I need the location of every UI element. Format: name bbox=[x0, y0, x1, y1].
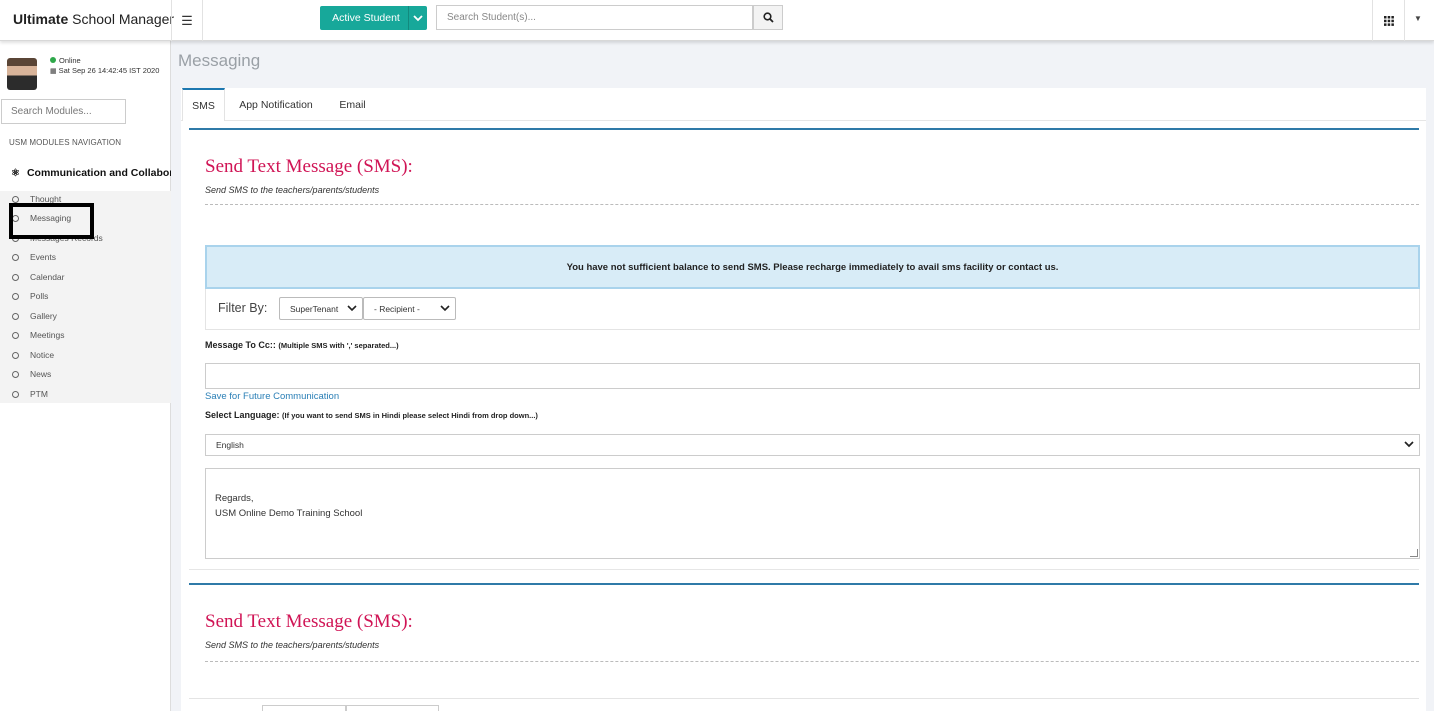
recipient-select[interactable]: - Recipient - bbox=[363, 297, 456, 320]
chevron-down-icon bbox=[1403, 438, 1415, 452]
sms-panel: Send Text Message (SMS): Send SMS to the… bbox=[181, 121, 1426, 711]
cc-hint: (Multiple SMS with ',' separated...) bbox=[278, 341, 399, 350]
resize-handle-icon[interactable] bbox=[1410, 549, 1418, 557]
cc-label: Message To Cc:: (Multiple SMS with ',' s… bbox=[205, 340, 399, 350]
message-line: Regards, bbox=[215, 493, 254, 504]
circle-icon bbox=[12, 390, 19, 398]
balance-alert: You have not sufficient balance to send … bbox=[205, 245, 1420, 289]
tab-sms[interactable]: SMS bbox=[182, 88, 225, 121]
sidebar-item-polls[interactable]: Polls bbox=[12, 291, 48, 301]
sidebar-item-label: Events bbox=[30, 252, 56, 262]
circle-icon bbox=[12, 253, 19, 261]
circle-icon bbox=[12, 351, 19, 359]
active-student-button[interactable]: Active Student bbox=[320, 6, 427, 30]
recipient-select-value: - Recipient - bbox=[374, 303, 420, 314]
filter-bar: Filter By: SuperTenant - Recipient - bbox=[205, 289, 1420, 330]
circle-icon bbox=[12, 331, 19, 339]
tab-bar: SMS App Notification Email bbox=[181, 88, 1426, 121]
online-dot-icon bbox=[50, 57, 56, 63]
sms-form-box-2: Send Text Message (SMS): Send SMS to the… bbox=[189, 583, 1419, 693]
cc-input[interactable] bbox=[205, 363, 1420, 389]
selection-highlight-box bbox=[9, 203, 94, 239]
chevron-down-icon bbox=[347, 303, 357, 315]
app-brand[interactable]: Ultimate School Manager bbox=[13, 11, 174, 27]
sms-title: Send Text Message (SMS): bbox=[205, 156, 413, 177]
sidebar-item-label: Gallery bbox=[30, 311, 57, 321]
sidebar-item-events[interactable]: Events bbox=[12, 252, 56, 262]
datetime-text: Sat Sep 26 14:42:45 IST 2020 bbox=[58, 66, 160, 75]
chevron-down-icon bbox=[440, 303, 450, 315]
sidebar-item-calendar[interactable]: Calendar bbox=[12, 272, 65, 282]
sidebar-item-label: Meetings bbox=[30, 330, 65, 340]
sms-subtitle: Send SMS to the teachers/parents/student… bbox=[205, 185, 380, 195]
sms-subtitle: Send SMS to the teachers/parents/student… bbox=[205, 640, 380, 650]
avatar[interactable] bbox=[7, 58, 37, 90]
circle-icon bbox=[12, 195, 19, 203]
circle-icon bbox=[12, 292, 19, 300]
group-title-label: Communication and Collaboration bbox=[26, 167, 171, 179]
language-hint: (If you want to send SMS in Hindi please… bbox=[282, 411, 538, 420]
divider bbox=[205, 661, 1419, 662]
sidebar-item-label: News bbox=[30, 369, 52, 379]
page-title: Messaging bbox=[178, 51, 261, 70]
filter-label: Filter By: bbox=[218, 301, 268, 315]
calendar-icon: ▦ bbox=[50, 68, 57, 75]
brand-bold: Ultimate bbox=[13, 11, 69, 27]
menu-toggle-icon[interactable]: ☰ bbox=[171, 0, 203, 41]
message-textarea[interactable]: Regards, USM Online Demo Training School bbox=[205, 468, 1420, 559]
apps-grid-icon[interactable] bbox=[1372, 0, 1405, 41]
top-bar: Ultimate School Manager ☰ Active Student… bbox=[0, 0, 1434, 41]
sidebar: Online ▦Sat Sep 26 14:42:45 IST 2020 USM… bbox=[0, 41, 171, 711]
sidebar-item-news[interactable]: News bbox=[12, 369, 51, 379]
sidebar-item-label: Calendar bbox=[30, 272, 65, 282]
tab-label: Email bbox=[339, 98, 366, 111]
sidebar-item-meetings[interactable]: Meetings bbox=[12, 330, 65, 340]
brand-rest: School Manager bbox=[68, 11, 175, 27]
save-future-link[interactable]: Save for Future Communication bbox=[205, 391, 339, 402]
cc-label-text: Message To Cc:: bbox=[205, 340, 276, 350]
tab-label: App Notification bbox=[239, 98, 313, 111]
sidebar-item-ptm[interactable]: PTM bbox=[12, 389, 48, 399]
circle-icon bbox=[12, 370, 19, 378]
search-icon[interactable] bbox=[753, 5, 783, 30]
group-icon: ⚛ bbox=[11, 168, 20, 179]
divider bbox=[205, 204, 1419, 205]
sidebar-item-notice[interactable]: Notice bbox=[12, 350, 54, 360]
user-dropdown-icon[interactable]: ▼ bbox=[1414, 14, 1422, 23]
language-select-value: English bbox=[216, 440, 244, 450]
nav-heading: USM MODULES NAVIGATION bbox=[9, 138, 122, 147]
tab-label: SMS bbox=[192, 99, 215, 112]
sidebar-item-label: PTM bbox=[30, 389, 48, 399]
tab-email[interactable]: Email bbox=[329, 88, 376, 121]
chevron-down-icon[interactable] bbox=[408, 6, 427, 30]
tenant-select[interactable]: SuperTenant bbox=[279, 297, 363, 320]
sidebar-item-gallery[interactable]: Gallery bbox=[12, 311, 57, 321]
search-student-input[interactable] bbox=[436, 5, 753, 30]
tenant-select-value: SuperTenant bbox=[290, 303, 339, 314]
active-student-label: Active Student bbox=[332, 12, 400, 24]
sidebar-item-label: Notice bbox=[30, 350, 55, 360]
sidebar-group-communication[interactable]: ⚛ Communication and Collaboration bbox=[11, 167, 171, 179]
circle-icon bbox=[12, 312, 19, 320]
tab-app-notification[interactable]: App Notification bbox=[231, 88, 321, 121]
search-modules-input[interactable] bbox=[1, 99, 126, 124]
sms-form-box: Send Text Message (SMS): Send SMS to the… bbox=[189, 128, 1420, 570]
message-line: USM Online Demo Training School bbox=[215, 508, 363, 519]
recipient-select-partial[interactable] bbox=[346, 705, 439, 711]
status-text: Online bbox=[59, 56, 81, 65]
tenant-select-partial[interactable] bbox=[262, 705, 346, 711]
circle-icon bbox=[12, 273, 19, 281]
language-label-text: Select Language: bbox=[205, 410, 280, 420]
language-select[interactable]: English bbox=[205, 434, 1420, 456]
sidebar-item-label: Polls bbox=[30, 291, 49, 301]
language-label: Select Language: (If you want to send SM… bbox=[205, 410, 538, 420]
sms-title: Send Text Message (SMS): bbox=[205, 611, 413, 632]
user-status: Online ▦ Sat Sep 26 14:42:45 IST 2020 bbox=[50, 56, 159, 77]
filter-bar-partial bbox=[189, 698, 1419, 711]
